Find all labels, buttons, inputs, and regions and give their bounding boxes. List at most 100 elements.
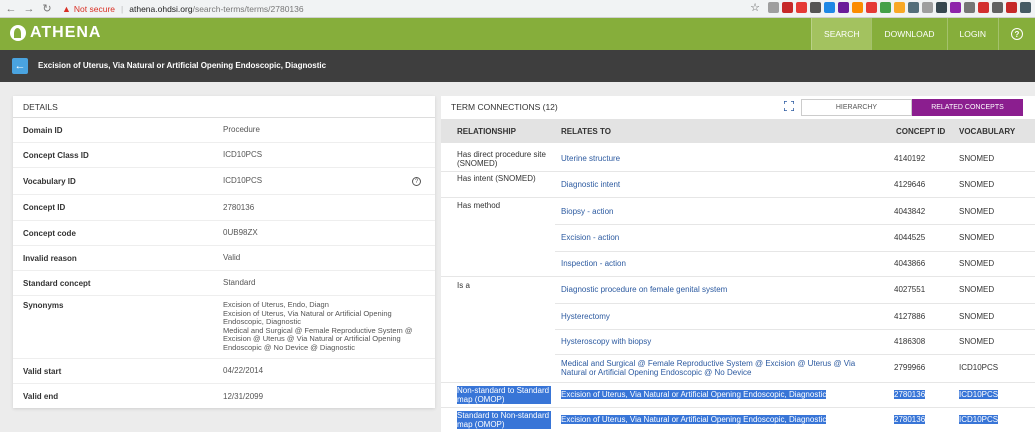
table-row[interactable]: Is a Diagnostic procedure on female geni… — [441, 277, 1035, 303]
extension-icon[interactable] — [796, 2, 807, 13]
expand-icon[interactable] — [784, 101, 794, 111]
concept-id-cell: 2780136 — [894, 415, 926, 424]
column-header-relationship[interactable]: RELATIONSHIP — [457, 127, 557, 136]
detail-row: Concept Class ID ICD10PCS — [13, 143, 435, 168]
table-row[interactable]: Excision - action 4044525 SNOMED — [441, 225, 1035, 251]
extension-icon[interactable] — [838, 2, 849, 13]
relates-to-link[interactable]: Hysteroscopy with biopsy — [561, 337, 651, 346]
relates-to-link[interactable]: Inspection - action — [561, 259, 626, 268]
relates-to-link[interactable]: Hysterectomy — [561, 312, 610, 321]
table-row[interactable]: Has direct procedure site (SNOMED) Uteri… — [441, 143, 1035, 171]
vocabulary-cell: SNOMED — [959, 154, 995, 163]
detail-label: Vocabulary ID — [23, 176, 76, 186]
details-heading: DETAILS — [13, 96, 435, 118]
relates-to-link[interactable]: Biopsy - action — [561, 207, 613, 216]
forward-icon[interactable]: → — [22, 2, 36, 16]
detail-row: Standard concept Standard — [13, 271, 435, 296]
nav-help[interactable]: ? — [998, 18, 1035, 50]
page-title: Excision of Uterus, Via Natural or Artif… — [38, 61, 327, 70]
detail-value: ICD10PCS — [223, 150, 263, 160]
detail-row: Vocabulary ID ICD10PCS ? — [13, 168, 435, 195]
reload-icon[interactable]: ↻ — [40, 2, 54, 16]
relates-to-link[interactable]: Diagnostic intent — [561, 180, 620, 189]
column-header-concept-id[interactable]: CONCEPT ID — [896, 127, 956, 136]
vocabulary-cell: ICD10PCS — [959, 363, 999, 372]
detail-label: Valid end — [23, 392, 59, 401]
table-row[interactable]: Inspection - action 4043866 SNOMED — [441, 252, 1035, 276]
column-header-relates-to[interactable]: RELATES TO — [561, 127, 887, 136]
extension-icon[interactable] — [978, 2, 989, 13]
browser-toolbar: ← → ↻ ▲ Not secure | athena.ohdsi.org /s… — [0, 0, 1035, 18]
bookmark-star-icon[interactable]: ☆ — [749, 2, 761, 14]
nav-login[interactable]: LOGIN — [946, 18, 998, 50]
extension-icon[interactable] — [922, 2, 933, 13]
relationship-cell: Is a — [457, 281, 470, 290]
synonym-item: Medical and Surgical @ Female Reproducti… — [223, 325, 413, 352]
table-row[interactable]: Has method Biopsy - action 4043842 SNOME… — [441, 198, 1035, 224]
question-icon[interactable]: ? — [412, 177, 421, 186]
relates-to-link[interactable]: Diagnostic procedure on female genital s… — [561, 285, 727, 294]
extension-icon[interactable] — [768, 2, 779, 13]
table-row[interactable]: Has intent (SNOMED) Diagnostic intent 41… — [441, 172, 1035, 197]
detail-value: ICD10PCS — [223, 176, 263, 186]
detail-label: Standard concept — [23, 278, 91, 288]
concept-id-cell: 4027551 — [894, 285, 926, 294]
detail-row: Concept code 0UB98ZX — [13, 221, 435, 246]
extension-icon[interactable] — [964, 2, 975, 13]
extension-icon[interactable] — [782, 2, 793, 13]
relates-to-link[interactable]: Medical and Surgical @ Female Reproducti… — [561, 359, 883, 377]
extension-icon[interactable] — [894, 2, 905, 13]
extension-icon[interactable] — [880, 2, 891, 13]
extension-icon[interactable] — [936, 2, 947, 13]
back-icon[interactable]: ← — [4, 2, 18, 16]
app-header: ATHENA SEARCH DOWNLOAD LOGIN ? — [0, 18, 1035, 50]
relates-to-link[interactable]: Excision - action — [561, 233, 619, 242]
concept-id-cell: 4129646 — [894, 180, 926, 189]
table-row[interactable]: Standard to Non-standard map (OMOP) Exci… — [441, 408, 1035, 432]
detail-value: Standard — [223, 278, 256, 288]
vocabulary-cell: SNOMED — [959, 233, 995, 242]
top-nav: SEARCH DOWNLOAD LOGIN ? — [811, 18, 1035, 50]
athena-logo[interactable]: ATHENA — [10, 24, 101, 42]
synonyms-list: Excision of Uterus, Endo, Diagn Excision… — [213, 296, 435, 358]
column-header-vocabulary[interactable]: VOCABULARY — [959, 127, 1033, 136]
nav-download[interactable]: DOWNLOAD — [871, 18, 946, 50]
extension-icon[interactable] — [810, 2, 821, 13]
concept-id-cell: 4044525 — [894, 233, 926, 242]
concept-id-cell: 4140192 — [894, 154, 926, 163]
detail-row: Invalid reason Valid — [13, 246, 435, 271]
detail-value: Valid — [223, 253, 241, 263]
detail-label: Valid start — [23, 366, 62, 376]
table-row[interactable]: Non-standard to Standard map (OMOP) Exci… — [441, 383, 1035, 407]
relationship-cell: Has direct procedure site (SNOMED) — [457, 150, 546, 168]
tab-related-concepts[interactable]: RELATED CONCEPTS — [912, 99, 1023, 116]
extension-icon[interactable] — [1006, 2, 1017, 13]
help-icon: ? — [1011, 28, 1023, 40]
table-row[interactable]: Hysterectomy 4127886 SNOMED — [441, 304, 1035, 329]
table-row[interactable]: Medical and Surgical @ Female Reproducti… — [441, 355, 1035, 382]
relates-to-link[interactable]: Excision of Uterus, Via Natural or Artif… — [561, 415, 827, 424]
extension-icon[interactable] — [908, 2, 919, 13]
extension-icon[interactable] — [992, 2, 1003, 13]
extension-icon[interactable] — [950, 2, 961, 13]
relates-to-link[interactable]: Uterine structure — [561, 154, 620, 163]
nav-search[interactable]: SEARCH — [811, 18, 872, 50]
relates-to-link[interactable]: Excision of Uterus, Via Natural or Artif… — [561, 390, 827, 399]
tab-hierarchy[interactable]: HIERARCHY — [801, 99, 912, 116]
url-path: /search-terms/terms/2780136 — [192, 3, 304, 14]
concept-id-cell: 4043842 — [894, 207, 926, 216]
detail-value: 2780136 — [223, 202, 255, 212]
detail-label: Concept Class ID — [23, 150, 89, 160]
concept-id-cell: 4186308 — [894, 337, 926, 346]
address-bar[interactable]: ▲ Not secure | athena.ohdsi.org /search-… — [62, 2, 304, 16]
concept-id-cell: 2799966 — [894, 363, 926, 372]
extension-icon[interactable] — [1020, 2, 1031, 13]
detail-row: Domain ID Procedure — [13, 118, 435, 143]
table-row[interactable]: Hysteroscopy with biopsy 4186308 SNOMED — [441, 330, 1035, 354]
extension-icon[interactable] — [824, 2, 835, 13]
relationship-cell: Has method — [457, 201, 501, 210]
detail-row: Valid end 12/31/2099 — [13, 384, 435, 409]
extension-icon[interactable] — [866, 2, 877, 13]
back-arrow-icon[interactable]: ← — [12, 58, 28, 74]
extension-icon[interactable] — [852, 2, 863, 13]
